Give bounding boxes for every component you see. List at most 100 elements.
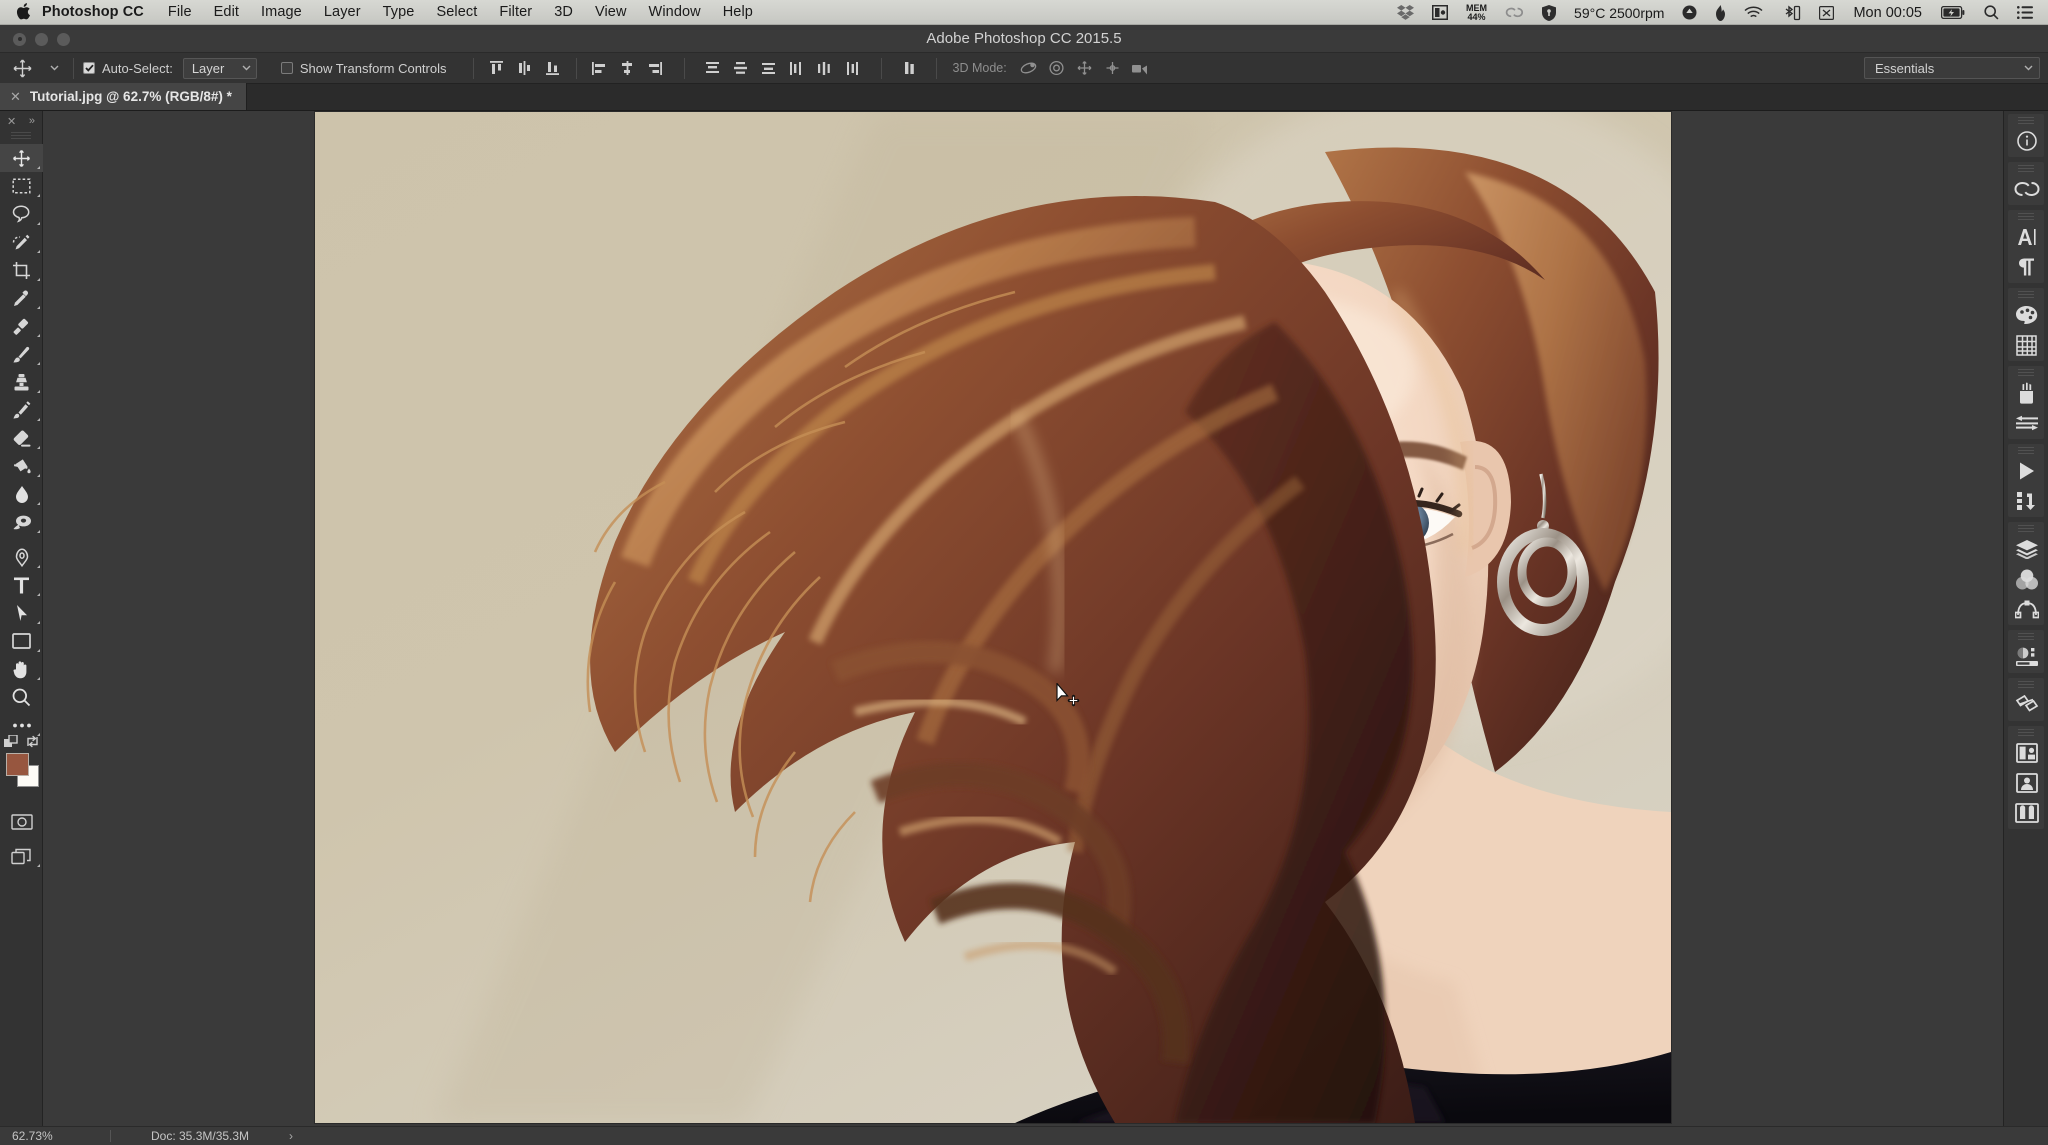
foreground-color-swatch[interactable]: [6, 753, 29, 776]
align-right-edges-button[interactable]: [642, 55, 670, 81]
menu-layer[interactable]: Layer: [313, 0, 372, 25]
distribute-bottom-edges-button[interactable]: [755, 55, 783, 81]
libraries-panel-icon[interactable]: [2008, 174, 2045, 204]
canvas-area[interactable]: [43, 111, 2003, 1126]
screen-mode-button[interactable]: [0, 842, 43, 870]
apple-logo-icon[interactable]: [10, 2, 36, 22]
align-left-edges-button[interactable]: [586, 55, 614, 81]
status-expand-arrow[interactable]: ›: [249, 1129, 293, 1143]
menu-filter[interactable]: Filter: [488, 0, 543, 25]
tool-move[interactable]: [0, 144, 43, 172]
workspace-dropdown[interactable]: Essentials: [1864, 57, 2040, 79]
align-distribute-options-button[interactable]: [896, 55, 924, 81]
panel-drag-handle[interactable]: [2018, 165, 2034, 173]
tool-path-selection[interactable]: [0, 599, 43, 627]
align-bottom-edges-button[interactable]: [539, 55, 567, 81]
tool-quick-selection[interactable]: [0, 228, 43, 256]
swatches-panel-icon[interactable]: [2008, 330, 2045, 360]
default-colors-icon[interactable]: [4, 735, 18, 749]
align-top-edges-button[interactable]: [483, 55, 511, 81]
tool-rectangle[interactable]: [0, 627, 43, 655]
layers-panel-icon[interactable]: [2008, 534, 2045, 564]
align-horizontal-centers-button[interactable]: [614, 55, 642, 81]
menu-edit[interactable]: Edit: [203, 0, 250, 25]
auto-select-checkbox[interactable]: [83, 62, 95, 74]
panel-drag-handle[interactable]: [2018, 681, 2034, 689]
tool-eraser[interactable]: [0, 424, 43, 452]
styles-panel-icon[interactable]: [2008, 690, 2045, 720]
menu-window[interactable]: Window: [638, 0, 712, 25]
close-icon[interactable]: ✕: [7, 115, 16, 128]
document-canvas[interactable]: [315, 112, 1671, 1123]
character-panel-icon[interactable]: [2008, 222, 2045, 252]
pan-3d-object-button[interactable]: [1071, 55, 1099, 81]
tool-type[interactable]: [0, 571, 43, 599]
channels-panel-icon[interactable]: [2008, 564, 2045, 594]
panel-drag-handle[interactable]: [2018, 117, 2034, 125]
quick-mask-mode-button[interactable]: [0, 808, 43, 836]
tool-rectangular-marquee[interactable]: [0, 172, 43, 200]
close-icon[interactable]: ✕: [10, 90, 21, 103]
minimize-window-button[interactable]: [35, 32, 48, 46]
wifi-icon[interactable]: [1735, 0, 1772, 25]
menu-type[interactable]: Type: [372, 0, 426, 25]
paths-panel-icon[interactable]: [2008, 594, 2045, 624]
expand-panel-icon[interactable]: »: [29, 115, 35, 127]
swap-colors-icon[interactable]: [26, 735, 39, 748]
document-tab[interactable]: ✕ Tutorial.jpg @ 62.7% (RGB/8#) *: [0, 83, 247, 110]
show-transform-controls-checkbox[interactable]: [280, 62, 293, 74]
screenshot-icon[interactable]: [1810, 0, 1843, 25]
menu-photoshop-cc[interactable]: Photoshop CC: [36, 0, 157, 25]
slide-3d-object-button[interactable]: [1099, 55, 1127, 81]
color-panel-icon[interactable]: [2008, 300, 2045, 330]
battery-icon[interactable]: [1932, 0, 1975, 25]
tool-clone-stamp[interactable]: [0, 368, 43, 396]
panel-drag-handle[interactable]: [2018, 633, 2034, 641]
tool-blur[interactable]: [0, 480, 43, 508]
maximize-window-button[interactable]: [57, 32, 70, 46]
creative-cloud-icon[interactable]: [1496, 0, 1533, 25]
paragraph-panel-icon[interactable]: [2008, 252, 2045, 282]
dropbox-icon[interactable]: [1388, 0, 1423, 25]
tool-paint-bucket[interactable]: [0, 452, 43, 480]
tool-preset-picker[interactable]: [44, 53, 64, 84]
info-panel-icon[interactable]: [2008, 126, 2045, 156]
adjustments-panel-icon[interactable]: [2008, 642, 2045, 672]
temperature-fan-readout[interactable]: 59°C 2500rpm: [1565, 5, 1673, 21]
tool-hand[interactable]: [0, 655, 43, 683]
menu-3d[interactable]: 3D: [543, 0, 584, 25]
tool-history-brush[interactable]: [0, 396, 43, 424]
tool-pen[interactable]: [0, 543, 43, 571]
tool-dodge[interactable]: [0, 508, 43, 536]
eject-disc-icon[interactable]: [1673, 0, 1706, 25]
menu-view[interactable]: View: [584, 0, 638, 25]
panel-drag-handle[interactable]: [2018, 729, 2034, 737]
panel-drag-handle[interactable]: [11, 132, 31, 141]
properties-panel-icon[interactable]: [2008, 738, 2045, 768]
panel-drag-handle[interactable]: [2018, 291, 2034, 299]
align-vertical-centers-button[interactable]: [511, 55, 539, 81]
actions-panel-icon[interactable]: [2008, 486, 2045, 516]
panel-drag-handle[interactable]: [2018, 447, 2034, 455]
notification-center-icon[interactable]: [2008, 0, 2042, 25]
histogram-panel-icon[interactable]: [2008, 798, 2045, 828]
panel-drag-handle[interactable]: [2018, 369, 2034, 377]
tool-zoom[interactable]: [0, 683, 43, 711]
contrast-icon[interactable]: [1423, 0, 1457, 25]
close-window-button[interactable]: [13, 32, 26, 46]
spotlight-search-icon[interactable]: [1975, 0, 2008, 25]
bluetooth-icon[interactable]: [1772, 0, 1810, 25]
tool-lasso[interactable]: [0, 200, 43, 228]
distribute-horizontal-centers-button[interactable]: [811, 55, 839, 81]
brush-settings-panel-icon[interactable]: [2008, 408, 2045, 438]
menu-select[interactable]: Select: [425, 0, 488, 25]
distribute-top-edges-button[interactable]: [699, 55, 727, 81]
roll-3d-object-button[interactable]: [1043, 55, 1071, 81]
flame-icon[interactable]: [1706, 0, 1735, 25]
move-tool-icon[interactable]: [0, 53, 44, 84]
panel-drag-handle[interactable]: [2018, 525, 2034, 533]
brushes-panel-icon[interactable]: [2008, 378, 2045, 408]
auto-select-scope-dropdown[interactable]: Layer: [182, 57, 257, 79]
panel-drag-handle[interactable]: [2018, 213, 2034, 221]
timeline-panel-icon[interactable]: [2008, 456, 2045, 486]
